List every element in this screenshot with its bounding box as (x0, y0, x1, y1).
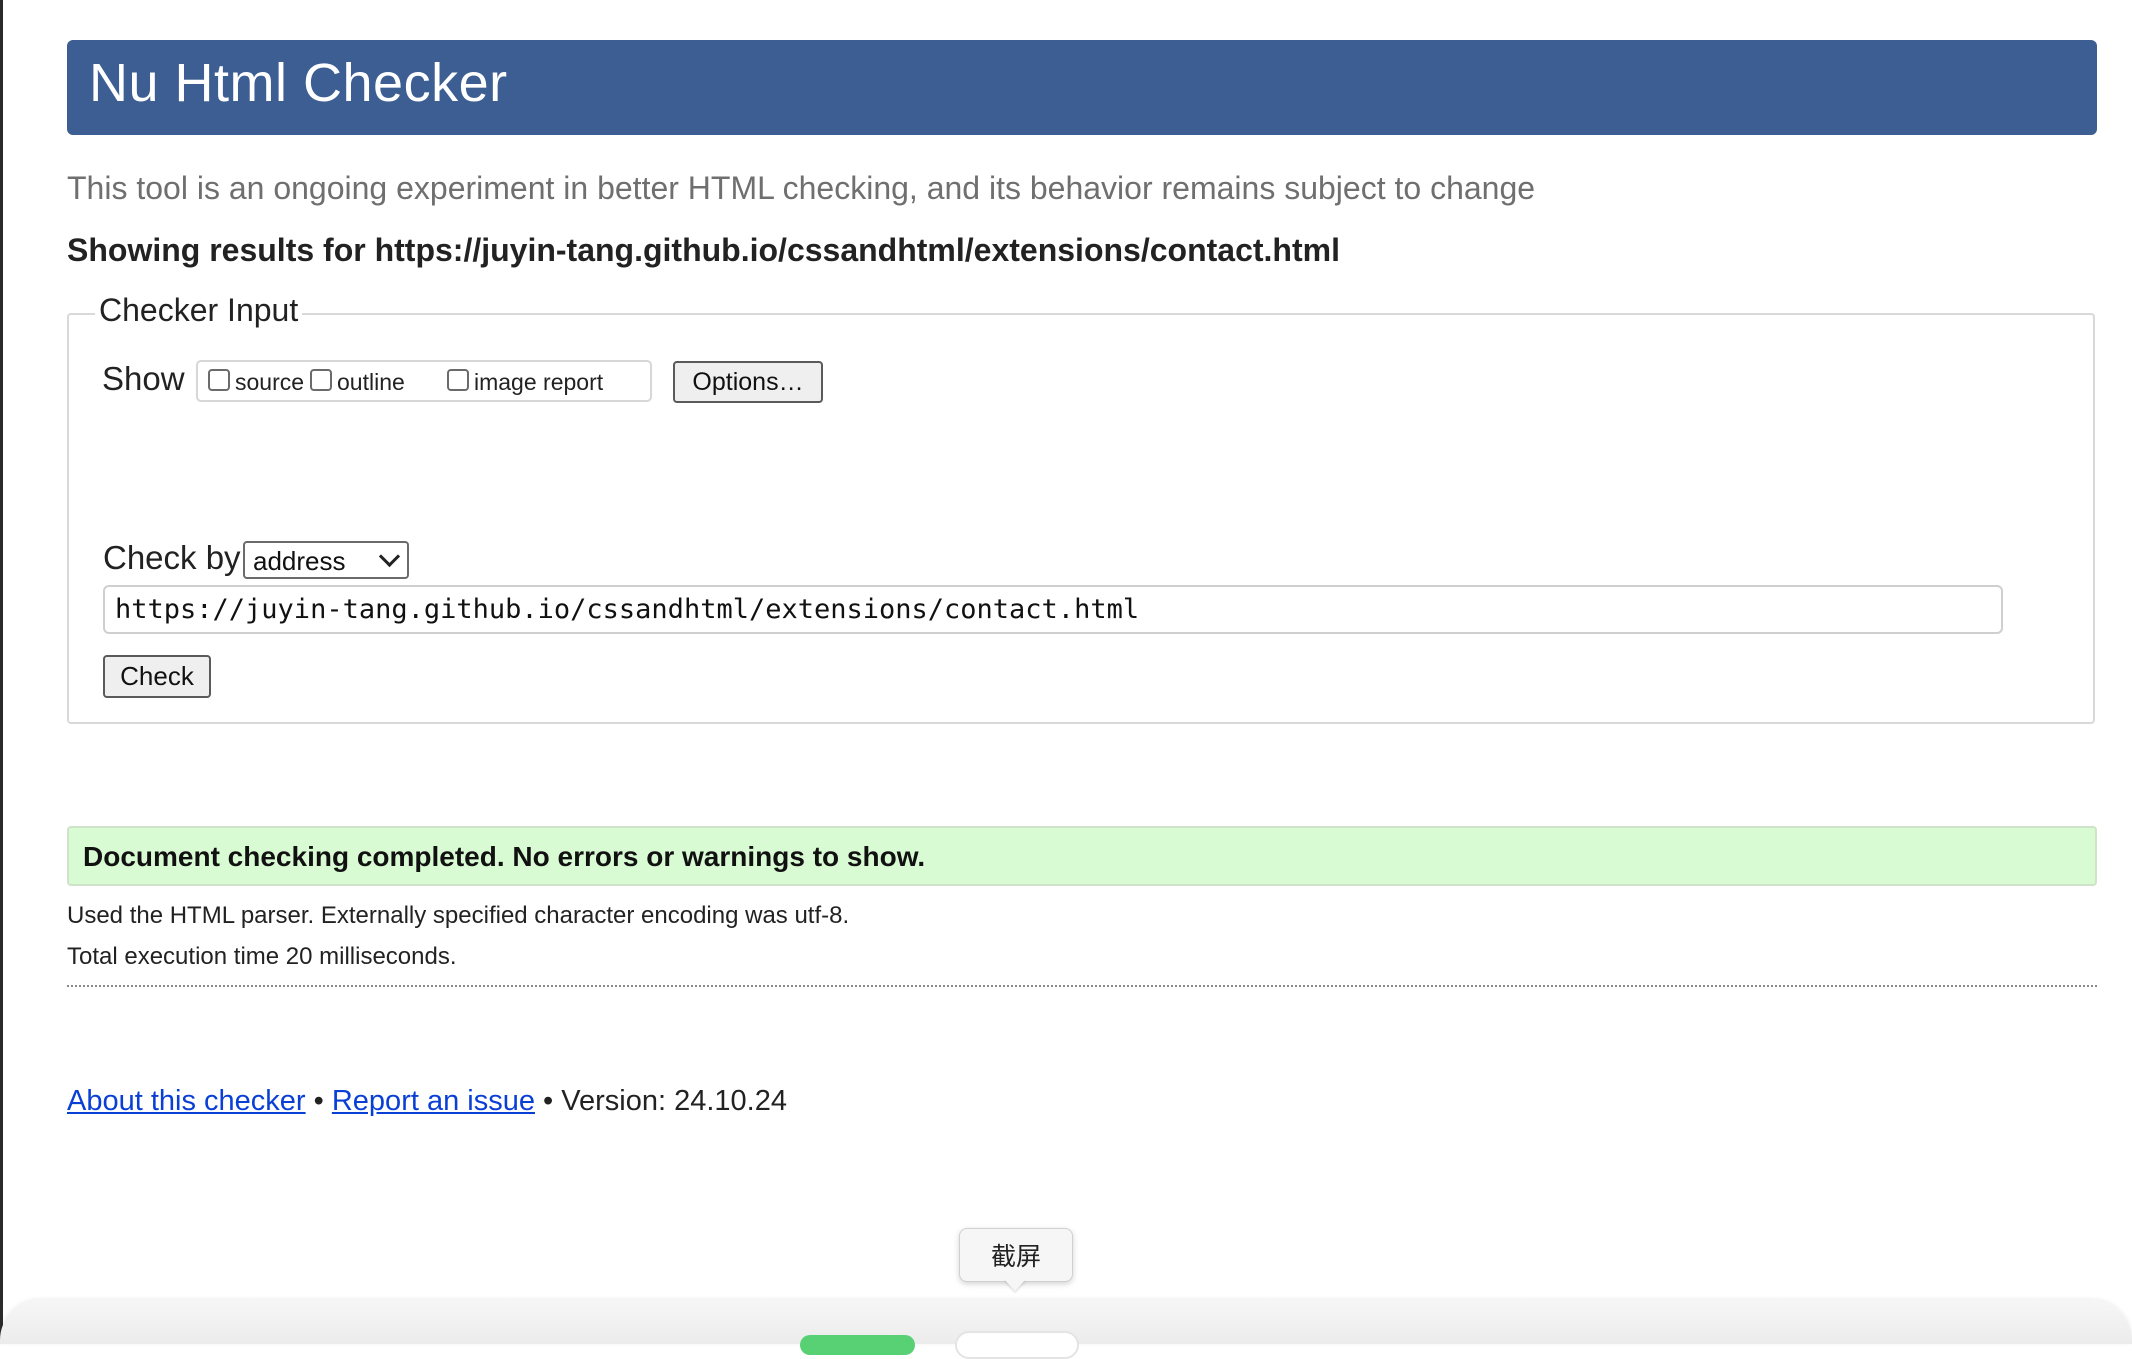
tooltip-arrow (1004, 1279, 1026, 1291)
window-edge (0, 0, 3, 1344)
parser-info: Used the HTML parser. Externally specifi… (67, 902, 850, 929)
show-image-report-option[interactable]: image report (447, 366, 603, 398)
page: Nu Html Checker This tool is an ongoing … (0, 0, 2132, 1359)
show-source-option[interactable]: source (208, 366, 304, 398)
check-button[interactable]: Check (103, 655, 211, 698)
show-options-group: source outline image report (196, 360, 652, 402)
page-title: Nu Html Checker (89, 53, 508, 113)
check-by-label: Check by (103, 539, 241, 576)
options-button[interactable]: Options… (673, 361, 823, 403)
results-heading: Showing results for https://juyin-tang.g… (67, 232, 1340, 268)
header-bar: Nu Html Checker (67, 40, 2097, 135)
checker-input-legend: Checker Input (95, 292, 303, 329)
footer-separator: • (313, 1085, 324, 1117)
check-by-selected-value: address (253, 546, 346, 576)
source-checkbox[interactable] (208, 369, 230, 391)
chevron-down-icon (378, 545, 401, 568)
show-label: Show (102, 360, 185, 397)
url-input[interactable] (103, 585, 2003, 634)
screenshot-tooltip: 截屏 (959, 1228, 1073, 1282)
image-report-checkbox-label: image report (474, 368, 604, 395)
success-message-box: Document checking completed. No errors o… (67, 826, 2097, 886)
dock-screenshot-item[interactable] (955, 1331, 1079, 1359)
check-by-select[interactable]: address (243, 541, 409, 579)
footer-separator: • (543, 1085, 554, 1117)
show-outline-option[interactable]: outline (310, 366, 405, 398)
experiment-notice: This tool is an ongoing experiment in be… (67, 170, 1536, 206)
footer: About this checker • Report an issue • V… (67, 1085, 787, 1118)
dotted-divider (67, 985, 2097, 987)
dock-green-item[interactable] (800, 1335, 915, 1355)
image-report-checkbox[interactable] (447, 369, 469, 391)
success-message: Document checking completed. No errors o… (83, 841, 926, 872)
outline-checkbox[interactable] (310, 369, 332, 391)
outline-checkbox-label: outline (337, 368, 405, 395)
execution-time-info: Total execution time 20 milliseconds. (67, 943, 457, 970)
report-issue-link[interactable]: Report an issue (332, 1085, 535, 1117)
source-checkbox-label: source (235, 368, 305, 395)
about-checker-link[interactable]: About this checker (67, 1085, 306, 1117)
version-text: Version: 24.10.24 (561, 1085, 787, 1117)
